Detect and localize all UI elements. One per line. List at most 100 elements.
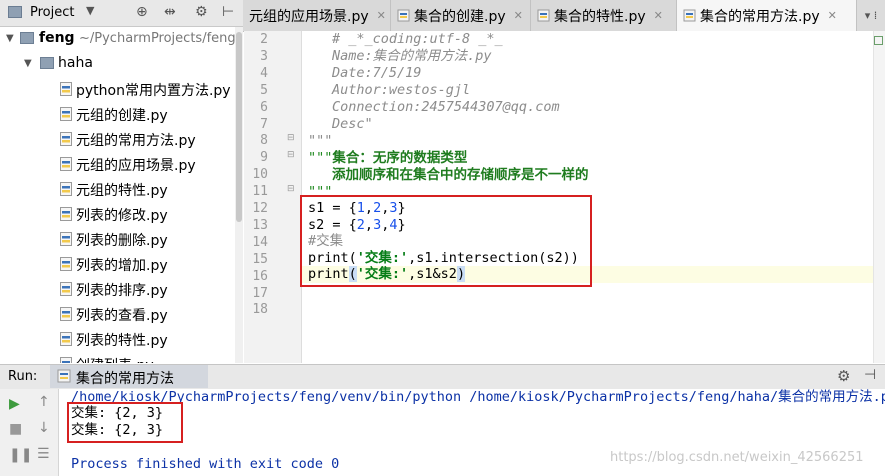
python-file-icon	[60, 282, 72, 296]
code-line-7: Desc"	[332, 116, 373, 132]
tree-file-label: 列表的排序.py	[76, 283, 168, 299]
tab-tuple-scenarios[interactable]: 元组的应用场景.py ✕	[243, 0, 391, 31]
line-number: 12	[252, 201, 268, 216]
line-number: 9	[260, 150, 268, 166]
tree-file-label: 创建列表.py	[76, 355, 154, 363]
line-number: 6	[260, 99, 268, 115]
tree-file[interactable]: 元组的应用场景.py	[0, 152, 235, 177]
project-icon	[8, 6, 22, 18]
gear-icon[interactable]: ⚙	[195, 4, 208, 20]
tree-file[interactable]: 列表的查看.py	[0, 302, 235, 327]
tree-file[interactable]: 列表的修改.py	[0, 202, 235, 227]
docstring-quotes: """	[308, 150, 333, 166]
tab-label: 集合的特性.py	[554, 8, 646, 25]
code-line-10: 添加顺序和在集合中的存储顺序是不一样的	[332, 167, 589, 183]
python-file-icon	[397, 9, 410, 22]
chevron-down-icon[interactable]: ▼	[86, 4, 94, 17]
tab-set-create[interactable]: 集合的创建.py ✕	[391, 0, 531, 31]
stop-icon[interactable]: ■	[9, 421, 22, 437]
editor-tab-bar: 元组的应用场景.py ✕ 集合的创建.py ✕ 集合的特性.py ✕ 集合的常用…	[243, 0, 885, 32]
split-icon[interactable]: ⇹	[164, 4, 176, 20]
fold-marker-icon[interactable]: ⊟	[287, 134, 296, 143]
tree-folder-haha[interactable]: ▼ haha	[0, 52, 235, 77]
tree-file-label: 列表的查看.py	[76, 308, 168, 324]
expand-arrow-icon[interactable]: ▼	[24, 58, 32, 69]
code-line-5: Author:westos-gjl	[332, 82, 471, 98]
tree-file[interactable]: 元组的特性.py	[0, 177, 235, 202]
docstring-text: 集合：无序的数据类型	[332, 150, 468, 166]
hide-icon[interactable]: ⊣	[864, 367, 876, 383]
code-highlight-box	[300, 195, 592, 287]
tree-file-label: 元组的特性.py	[76, 183, 168, 199]
close-icon[interactable]: ✕	[514, 9, 523, 22]
tree-file-label: 列表的增加.py	[76, 258, 168, 274]
tree-file[interactable]: 列表的删除.py	[0, 227, 235, 252]
tab-set-properties[interactable]: 集合的特性.py ✕	[531, 0, 677, 31]
target-icon[interactable]: ⊕	[136, 4, 148, 20]
tab-label: 集合的创建.py	[414, 8, 506, 25]
project-panel-title[interactable]: Project	[30, 5, 74, 20]
hide-icon[interactable]: ⊢	[222, 4, 234, 20]
code-line-3: Name:集合的常用方法.py	[332, 48, 492, 64]
line-number: 11	[252, 184, 268, 200]
python-file-icon	[60, 182, 72, 196]
folder-icon	[20, 32, 34, 44]
tree-file[interactable]: python常用内置方法.py	[0, 77, 235, 102]
python-file-icon	[60, 332, 72, 346]
tree-file-label: 元组的应用场景.py	[76, 158, 196, 174]
python-file-icon	[60, 207, 72, 221]
python-file-icon	[60, 357, 72, 363]
close-icon[interactable]: ✕	[654, 9, 663, 22]
code-line-4: Date:7/5/19	[332, 65, 422, 81]
gear-icon[interactable]: ⚙	[837, 367, 850, 385]
line-number: 10	[252, 167, 268, 183]
soft-wrap-icon[interactable]: ☰	[37, 446, 50, 462]
console-exit-message: Process finished with exit code 0	[71, 456, 340, 472]
editor-scrollbar[interactable]	[873, 31, 885, 363]
tree-file[interactable]: 元组的创建.py	[0, 102, 235, 127]
root-name: feng	[39, 30, 75, 46]
python-file-icon	[60, 107, 72, 121]
code-line-6: Connection:2457544307@qq.com	[332, 99, 560, 115]
line-number: 16	[252, 268, 268, 284]
tab-label: 集合的常用方法.py	[700, 8, 820, 25]
rerun-icon[interactable]: ▶	[9, 396, 20, 412]
line-number: 8	[260, 133, 268, 149]
project-panel-header: Project ▼ ⊕ ⇹ ⚙ ⊢	[0, 0, 243, 27]
arrow-up-icon[interactable]: ↑	[38, 394, 50, 410]
fold-marker-icon[interactable]: ⊟	[287, 185, 296, 194]
fold-marker-icon[interactable]: ⊟	[287, 151, 296, 160]
tree-file-label: 列表的修改.py	[76, 208, 168, 224]
run-label: Run:	[8, 369, 38, 384]
pause-icon[interactable]: ❚❚	[9, 447, 32, 463]
tree-file[interactable]: 列表的排序.py	[0, 277, 235, 302]
line-number: 18	[252, 302, 268, 318]
code-line-8: """	[308, 133, 333, 149]
line-number: 2	[260, 32, 268, 47]
output-highlight-box	[67, 402, 183, 443]
sidebar-scroll-thumb[interactable]	[236, 32, 242, 222]
tree-file[interactable]: 列表的增加.py	[0, 252, 235, 277]
python-file-icon	[60, 157, 72, 171]
console-command: /home/kiosk/PycharmProjects/feng/venv/bi…	[71, 389, 885, 405]
python-file-icon	[537, 9, 550, 22]
tree-file[interactable]: 创建列表.py	[0, 352, 235, 363]
tab-set-methods[interactable]: 集合的常用方法.py ✕	[677, 0, 857, 31]
folder-name: haha	[58, 55, 93, 71]
close-icon[interactable]: ✕	[377, 9, 386, 22]
close-icon[interactable]: ✕	[828, 9, 837, 22]
inspection-ok-icon[interactable]	[874, 36, 883, 45]
tab-label: 元组的应用场景.py	[249, 8, 369, 25]
root-path: ~/PycharmProjects/feng	[79, 31, 236, 46]
line-number: 4	[260, 65, 268, 81]
tree-file[interactable]: 列表的特性.py	[0, 327, 235, 352]
line-number: 17	[252, 285, 268, 301]
arrow-down-icon[interactable]: ↓	[38, 420, 50, 436]
tree-file-label: 列表的删除.py	[76, 233, 168, 249]
expand-arrow-icon[interactable]: ▼	[6, 33, 14, 44]
tab-overflow-button[interactable]: ▾ ⁞	[856, 0, 885, 31]
tree-file-label: 元组的常用方法.py	[76, 133, 196, 149]
folder-icon	[40, 57, 54, 69]
tree-file[interactable]: 元组的常用方法.py	[0, 127, 235, 152]
tree-root[interactable]: ▼ feng ~/PycharmProjects/feng	[0, 27, 236, 52]
